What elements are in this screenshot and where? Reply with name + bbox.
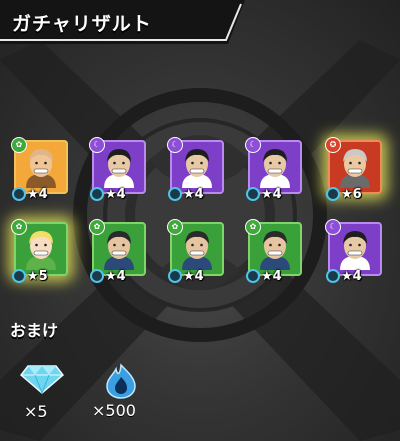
- rarity-text: ★4: [341, 268, 362, 284]
- rarity-text: ★4: [105, 186, 126, 202]
- rarity-text: ★5: [27, 268, 48, 284]
- purple-element-icon: ☾: [325, 219, 341, 235]
- rarity-text: ★4: [261, 186, 282, 202]
- page-title: ガチャリザルト: [12, 13, 152, 35]
- rarity-text: ★4: [183, 186, 204, 202]
- ring-icon: [326, 187, 340, 201]
- red-element-icon: ✪: [325, 137, 341, 153]
- ring-icon: [90, 269, 104, 283]
- rarity-badge: ★5: [12, 268, 48, 284]
- green-element-icon: ✿: [167, 219, 183, 235]
- bonus-label: おまけ: [10, 321, 59, 340]
- rarity-text: ★4: [183, 268, 204, 284]
- gem-quantity: ×5: [24, 402, 48, 421]
- rarity-badge: ★4: [90, 186, 126, 202]
- result-card[interactable]: ✪ ★6: [325, 137, 382, 202]
- result-card[interactable]: ☾ ★4: [167, 137, 224, 202]
- result-card[interactable]: ☾ ★4: [325, 219, 382, 284]
- ring-icon: [168, 269, 182, 283]
- result-card[interactable]: ✿ ★5: [11, 219, 68, 284]
- rarity-badge: ★6: [326, 186, 362, 202]
- green-element-icon: ✿: [89, 219, 105, 235]
- soul-reward[interactable]: ×500: [92, 363, 138, 420]
- result-card[interactable]: ☾ ★4: [245, 137, 302, 202]
- rarity-badge: ★4: [246, 186, 282, 202]
- purple-element-icon: ☾: [89, 137, 105, 153]
- purple-element-icon: ☾: [167, 137, 183, 153]
- gem-icon: [19, 365, 65, 395]
- rarity-badge: ★4: [12, 186, 48, 202]
- rarity-badge: ★4: [90, 268, 126, 284]
- green-element-icon: ✿: [245, 219, 261, 235]
- result-card[interactable]: ☾ ★4: [89, 137, 146, 202]
- soul-quantity: ×500: [92, 401, 136, 420]
- purple-element-icon: ☾: [245, 137, 261, 153]
- rarity-text: ★4: [27, 186, 48, 202]
- ring-icon: [90, 187, 104, 201]
- result-card[interactable]: ✿ ★4: [167, 219, 224, 284]
- ring-icon: [246, 187, 260, 201]
- rarity-text: ★6: [341, 186, 362, 202]
- title-banner: ガチャリザルト: [0, 0, 245, 44]
- ring-icon: [12, 269, 26, 283]
- result-card[interactable]: ✿ ★4: [245, 219, 302, 284]
- ring-icon: [246, 269, 260, 283]
- green-element-icon: ✿: [11, 137, 27, 153]
- ring-icon: [12, 187, 26, 201]
- rarity-badge: ★4: [326, 268, 362, 284]
- rarity-badge: ★4: [246, 268, 282, 284]
- green-element-icon: ✿: [11, 219, 27, 235]
- ring-icon: [326, 269, 340, 283]
- rarity-badge: ★4: [168, 268, 204, 284]
- ring-icon: [168, 187, 182, 201]
- result-card[interactable]: ✿ ★4: [11, 137, 68, 202]
- rarity-badge: ★4: [168, 186, 204, 202]
- rarity-text: ★4: [105, 268, 126, 284]
- rarity-text: ★4: [261, 268, 282, 284]
- soul-flame-icon: [106, 363, 136, 399]
- gem-reward[interactable]: ×5: [19, 364, 65, 421]
- result-card[interactable]: ✿ ★4: [89, 219, 146, 284]
